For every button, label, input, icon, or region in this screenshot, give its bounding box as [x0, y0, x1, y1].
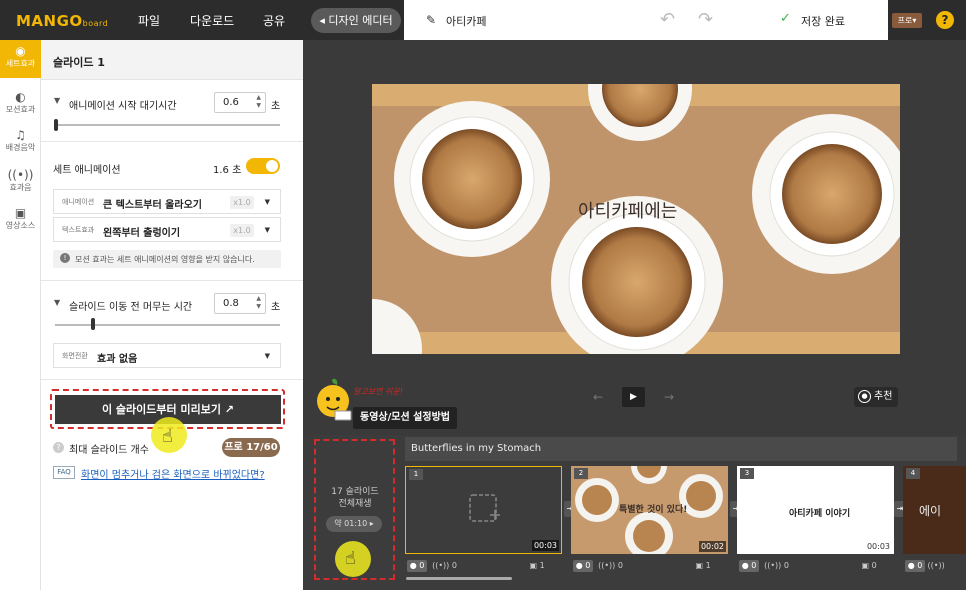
- stay-time-slider[interactable]: [55, 324, 280, 326]
- design-editor-button[interactable]: ◂ 디자인 에디터: [311, 8, 401, 33]
- wait-time-label: 애니메이션 시작 대기시간: [69, 101, 177, 112]
- stepper-icon[interactable]: ▲ ▼: [256, 94, 261, 110]
- animation-select[interactable]: 애니메이션 큰 텍스트부터 올라오기 x1.0 ▼: [53, 189, 281, 214]
- total-duration[interactable]: 약 01:10 ▸: [326, 516, 382, 532]
- slide-text[interactable]: 아티카페에는: [578, 197, 677, 223]
- settings-panel: 슬라이드 1 ▼ 애니메이션 시작 대기시간 0.6 ▲ ▼ 초 세트 애니메이션…: [41, 40, 303, 590]
- slide-1-controls[interactable]: ● 0 ((•)) 0 ▣ 1: [407, 560, 545, 572]
- chevron-down-icon: ▼: [264, 352, 270, 360]
- music-note-icon: ♫: [15, 128, 26, 142]
- max-slides-label: 최대 슬라이드 개수: [69, 445, 149, 456]
- next-slide-icon[interactable]: →: [664, 390, 674, 404]
- mascot-icon: [317, 378, 352, 421]
- pencil-icon[interactable]: ✎: [426, 13, 436, 27]
- timeline-title: Butterflies in my Stomach: [405, 437, 957, 461]
- wait-time-slider[interactable]: [55, 124, 280, 126]
- slide-count: 17 슬라이드 전체재생: [331, 487, 379, 509]
- wait-time-unit: 초: [271, 101, 281, 112]
- redo-icon[interactable]: ↷: [698, 9, 713, 30]
- sound-effect-icon: ((•)): [7, 168, 34, 182]
- faq-link[interactable]: 화면이 멈추거나 검은 화면으로 바뀌었다면?: [81, 466, 265, 481]
- icon-sidebar: ◉ 세트효과 ◐ 모션효과 ♫ 배경음악 ((•)) 효과음 ▣ 영상소스: [0, 40, 41, 590]
- play-all-panel[interactable]: 17 슬라이드 전체재생 약 01:10 ▸ ☝: [303, 435, 397, 590]
- timeline: 17 슬라이드 전체재생 약 01:10 ▸ ☝ Butterflies in m…: [303, 435, 966, 590]
- sidebar-item-motion-effect[interactable]: ◐ 모션효과: [0, 86, 41, 124]
- slide-4-controls[interactable]: ● 0 ((•)): [905, 560, 945, 572]
- slide-3-controls[interactable]: ● 0 ((•)) 0 ▣ 0: [739, 560, 877, 572]
- transition-select[interactable]: 화면전환 효과 없음 ▼: [53, 343, 281, 368]
- collapse-icon[interactable]: ▼: [54, 298, 60, 307]
- set-effect-icon: ◉: [15, 44, 26, 58]
- set-animation-toggle[interactable]: [246, 158, 280, 174]
- motion-effect-icon: ◐: [15, 90, 26, 104]
- set-animation-duration: 1.6 초: [213, 165, 242, 176]
- recommend-icon: ●: [858, 390, 871, 403]
- max-slides-badge[interactable]: 프로 17/60: [222, 438, 280, 457]
- motion-notice: ! 모션 효과는 세트 애니메이션의 영향을 받지 않습니다.: [53, 250, 281, 268]
- panel-header: 슬라이드 1: [41, 40, 303, 80]
- top-bar: MANGOboard 파일 다운로드 공유 ◂ 디자인 에디터 ✎ 아티카페 ↶…: [0, 0, 966, 40]
- motion-guide-tooltip[interactable]: 동영상/모션 설정방법: [353, 407, 457, 429]
- add-media-icon[interactable]: [468, 493, 502, 527]
- wait-time-input[interactable]: 0.6 ▲ ▼: [214, 92, 266, 113]
- stay-time-unit: 초: [271, 302, 281, 313]
- undo-icon[interactable]: ↶: [660, 9, 675, 30]
- hand-cursor-icon: ☝: [162, 426, 173, 447]
- animation-speed[interactable]: x1.0: [230, 196, 254, 209]
- chevron-down-icon: ▼: [264, 226, 270, 234]
- slide-2-controls[interactable]: ● 0 ((•)) 0 ▣ 1: [573, 560, 711, 572]
- sidebar-item-set-effect[interactable]: ◉ 세트효과: [0, 40, 41, 78]
- mango-logo[interactable]: MANGOboard: [16, 12, 108, 30]
- text-effect-speed[interactable]: x1.0: [230, 224, 254, 237]
- panel-title: 슬라이드 1: [53, 56, 105, 69]
- info-icon: !: [60, 253, 70, 263]
- document-title[interactable]: 아티카페: [446, 13, 486, 29]
- menu-share[interactable]: 공유: [263, 12, 285, 29]
- menu-download[interactable]: 다운로드: [190, 12, 234, 29]
- tip-caption: 알고보면 쉬운!: [353, 387, 403, 396]
- faq-badge: FAQ: [53, 466, 75, 479]
- wait-time-slider-handle[interactable]: [54, 119, 58, 131]
- slide-thumb-1[interactable]: 1 00:03: [405, 466, 562, 554]
- sidebar-item-video-source[interactable]: ▣ 영상소스: [0, 202, 41, 240]
- editor-canvas: 아티카페에는 ← ▶ → ● 추천 알고보면 쉬운! 동영상/모션 설정방법: [303, 40, 966, 435]
- sidebar-item-music[interactable]: ♫ 배경음악: [0, 124, 41, 162]
- slide-thumb-4[interactable]: 4 에이: [903, 466, 966, 554]
- save-status: 저장 완료: [801, 15, 845, 28]
- slide-thumb-2[interactable]: 2 특별한 것이 있다! 00:02: [571, 466, 728, 554]
- set-animation-label: 세트 애니메이션: [53, 165, 121, 176]
- timeline-scrollbar[interactable]: [406, 577, 512, 580]
- video-source-icon: ▣: [14, 206, 27, 220]
- slide-preview[interactable]: 아티카페에는: [372, 84, 900, 354]
- text-effect-select[interactable]: 텍스트효과 왼쪽부터 출렁이기 x1.0 ▼: [53, 217, 281, 242]
- plan-dropdown[interactable]: 프로▾: [892, 13, 922, 28]
- collapse-icon[interactable]: ▼: [54, 96, 60, 105]
- slide-thumb-3[interactable]: 3 아티카페 이야기 00:03: [737, 466, 894, 554]
- menu-file[interactable]: 파일: [138, 12, 160, 29]
- help-icon[interactable]: ?: [936, 11, 954, 29]
- stay-time-input[interactable]: 0.8 ▲ ▼: [214, 293, 266, 314]
- sidebar-item-sound-effect[interactable]: ((•)) 효과음: [0, 164, 41, 202]
- chevron-down-icon: ▼: [264, 198, 270, 206]
- play-button[interactable]: ▶: [622, 387, 645, 407]
- check-icon: ✓: [780, 11, 791, 26]
- stay-time-slider-handle[interactable]: [91, 318, 95, 330]
- recommend-button[interactable]: ● 추천: [854, 387, 898, 407]
- question-icon[interactable]: ?: [53, 442, 64, 453]
- stay-time-label: 슬라이드 이동 전 머무는 시간: [69, 302, 193, 313]
- stepper-icon[interactable]: ▲ ▼: [256, 295, 261, 311]
- prev-slide-icon[interactable]: ←: [593, 390, 603, 404]
- hand-cursor-icon: ☝: [345, 548, 356, 569]
